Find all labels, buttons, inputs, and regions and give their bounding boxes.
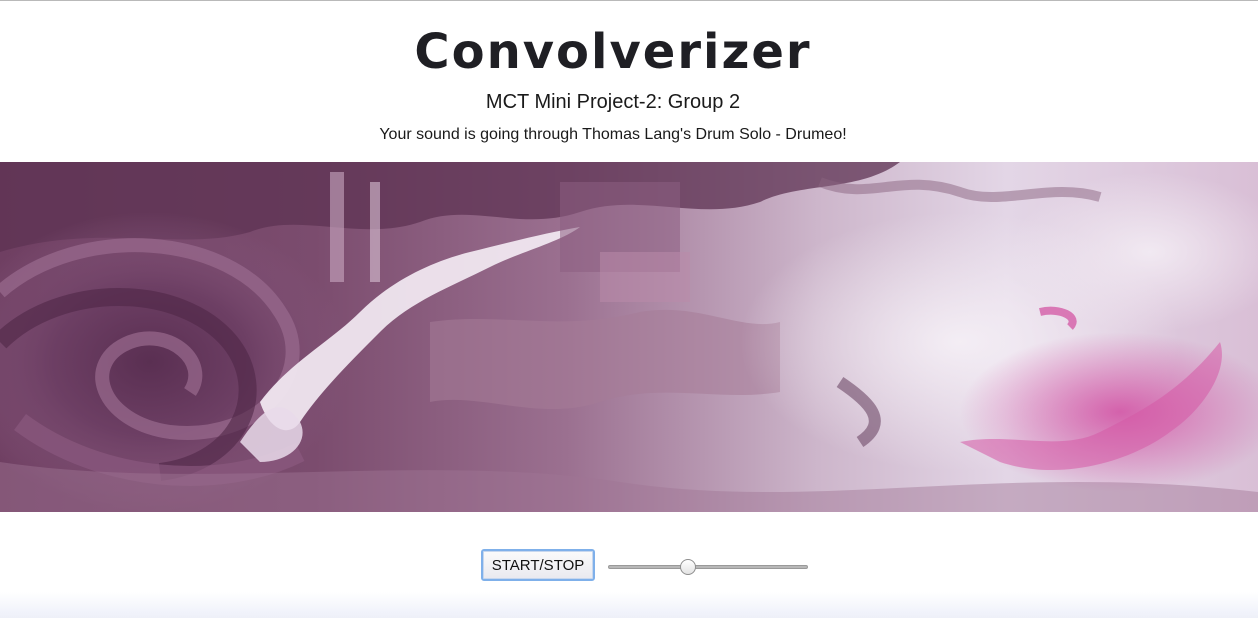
playback-controls: START/STOP — [0, 512, 1258, 618]
page-title: Convolverizer — [414, 24, 812, 80]
start-stop-button[interactable]: START/STOP — [481, 549, 595, 581]
abstract-artwork-banner — [0, 162, 1258, 512]
volume-slider[interactable] — [608, 559, 808, 575]
page-header: Convolverizer MCT Mini Project-2: Group … — [0, 0, 1258, 162]
page-subtitle: MCT Mini Project-2: Group 2 — [485, 91, 741, 113]
slider-track[interactable] — [608, 565, 808, 569]
impulse-response-description: Your sound is going through Thomas Lang'… — [379, 126, 847, 143]
slider-thumb[interactable] — [680, 559, 696, 575]
abstract-swirl-icon — [0, 162, 1258, 512]
